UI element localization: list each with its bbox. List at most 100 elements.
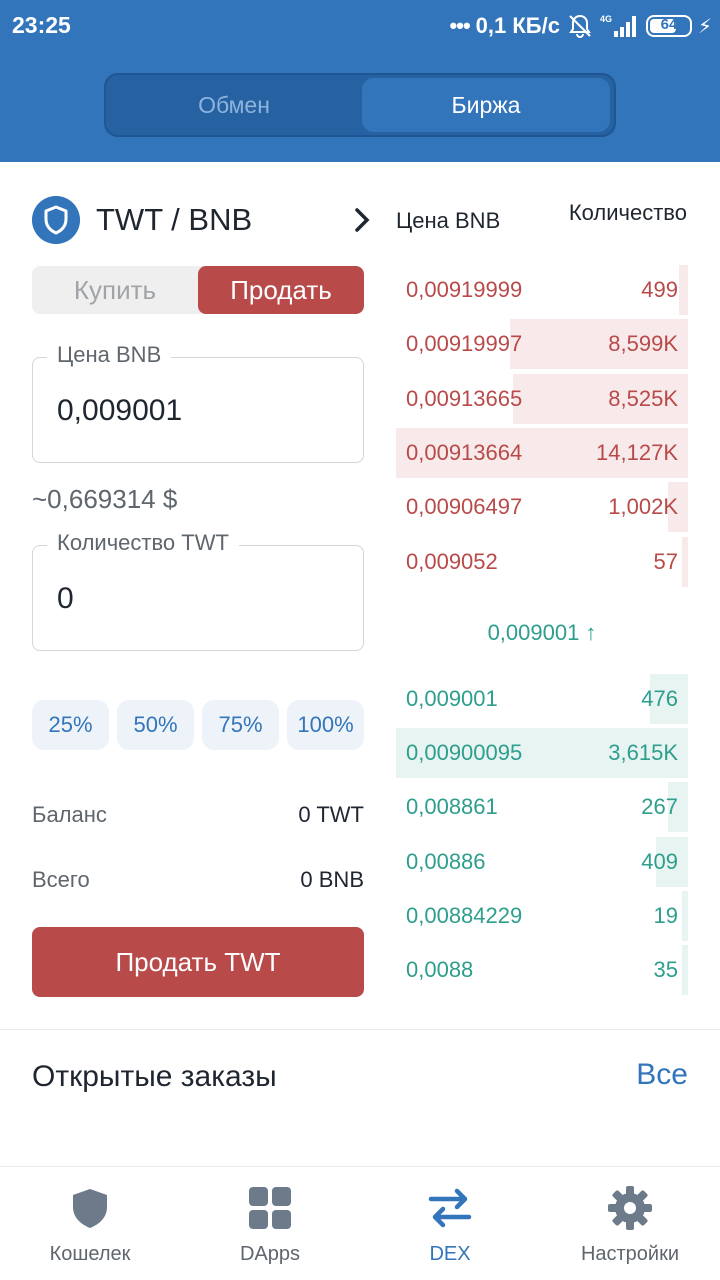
signal-icon: 4G bbox=[600, 14, 636, 37]
price-field[interactable]: Цена BNB 0,009001 bbox=[32, 342, 364, 463]
mode-switch: Обмен Биржа bbox=[104, 73, 616, 137]
shield-icon bbox=[32, 196, 80, 244]
ask-price: 0,00919999 bbox=[406, 277, 523, 302]
bid-row[interactable]: 0,009001 476 bbox=[396, 674, 688, 724]
total-value: 0 BNB bbox=[300, 867, 364, 892]
shield-icon bbox=[73, 1189, 107, 1228]
swap-arrows-icon bbox=[428, 1188, 472, 1228]
nav-dex[interactable]: DEX bbox=[360, 1167, 540, 1280]
bid-qty: 476 bbox=[641, 686, 678, 711]
percent-75-button[interactable]: 75% bbox=[202, 700, 279, 750]
bid-row[interactable]: 0,00900095 3,615K bbox=[396, 728, 688, 779]
status-time: 23:25 bbox=[12, 12, 71, 38]
ask-qty: 14,127K bbox=[596, 439, 678, 465]
bid-price: 0,00900095 bbox=[406, 740, 523, 766]
amount-field-label: Количество TWT bbox=[47, 530, 239, 556]
ask-row[interactable]: 0,00919997 8,599K bbox=[396, 319, 688, 370]
battery-level: 64 bbox=[660, 16, 678, 33]
grid-icon bbox=[249, 1187, 291, 1229]
chevron-right-icon bbox=[355, 208, 370, 232]
bid-price: 0,009001 bbox=[406, 686, 498, 711]
ask-qty: 499 bbox=[641, 277, 678, 302]
nav-dapps[interactable]: DApps bbox=[180, 1167, 360, 1280]
ask-row[interactable]: 0,00906497 1,002K bbox=[396, 482, 688, 533]
pair-title: TWT / BNB bbox=[96, 202, 253, 237]
bid-depth-bar bbox=[682, 890, 688, 941]
ask-qty: 8,599K bbox=[608, 331, 678, 357]
open-orders-title: Открытые заказы bbox=[32, 1060, 277, 1093]
total-label: Всего bbox=[32, 867, 90, 892]
orderbook-price-header: Цена BNB bbox=[396, 208, 501, 233]
bid-qty: 35 bbox=[653, 957, 678, 982]
bid-price: 0,00884229 bbox=[406, 902, 523, 928]
ask-depth-bar bbox=[682, 536, 688, 587]
ask-row[interactable]: 0,00919999 499 bbox=[396, 265, 688, 315]
ask-qty: 8,525K bbox=[608, 385, 678, 411]
nav-settings[interactable]: Настройки bbox=[540, 1167, 720, 1280]
nav-wallet-label: Кошелек bbox=[49, 1243, 131, 1265]
total-row: Всего 0 BNB bbox=[32, 867, 364, 897]
ask-price: 0,00913664 bbox=[406, 439, 523, 465]
orderbook-qty-header: Количество bbox=[568, 200, 687, 225]
gear-icon bbox=[608, 1186, 652, 1230]
bid-row[interactable]: 0,0088 35 bbox=[396, 945, 688, 995]
buy-tab[interactable]: Купить bbox=[32, 266, 198, 314]
ask-row[interactable]: 0,00913664 14,127K bbox=[396, 427, 688, 478]
bid-qty: 409 bbox=[641, 848, 678, 874]
status-bar: 23:25 ••• 0,1 КБ/с 4G 64 ⚡ bbox=[0, 0, 720, 52]
bid-row[interactable]: 0,00886 409 bbox=[396, 836, 688, 887]
amount-field-value[interactable]: 0 bbox=[57, 582, 74, 616]
tab-dex-market[interactable]: Биржа bbox=[362, 78, 610, 132]
bottom-nav: Кошелек DApps DEX Настройки bbox=[0, 1166, 720, 1280]
battery-icon: 64 bbox=[645, 15, 692, 37]
more-dots-icon: ••• bbox=[449, 13, 471, 38]
ask-depth-bar bbox=[679, 265, 688, 315]
sell-submit-button[interactable]: Продать TWT bbox=[32, 927, 364, 997]
last-price: 0,009001 ↑ bbox=[487, 620, 597, 645]
app-header: 23:25 ••• 0,1 КБ/с 4G 64 ⚡ Обмен Биржа bbox=[0, 0, 720, 162]
svg-text:4G: 4G bbox=[600, 14, 612, 24]
nav-dapps-label: DApps bbox=[239, 1243, 301, 1265]
charging-icon: ⚡ bbox=[697, 15, 712, 38]
bid-row[interactable]: 0,008861 267 bbox=[396, 782, 688, 833]
ask-qty: 1,002K bbox=[608, 494, 678, 520]
ask-qty: 57 bbox=[653, 548, 678, 574]
tab-exchange[interactable]: Обмен bbox=[110, 78, 358, 132]
percent-25-button[interactable]: 25% bbox=[32, 700, 109, 750]
buy-sell-toggle: Купить Продать bbox=[32, 266, 364, 314]
bid-qty: 3,615K bbox=[608, 740, 678, 766]
nav-dex-label: DEX bbox=[429, 1243, 471, 1265]
ask-price: 0,009052 bbox=[406, 548, 498, 574]
ask-price: 0,00913665 bbox=[406, 385, 523, 411]
percent-buttons: 25% 50% 75% 100% bbox=[32, 700, 364, 750]
amount-field[interactable]: Количество TWT 0 bbox=[32, 530, 364, 651]
ask-price: 0,00919997 bbox=[406, 331, 523, 357]
ask-row[interactable]: 0,009052 57 bbox=[396, 536, 688, 587]
pair-selector[interactable]: TWT / BNB bbox=[32, 196, 372, 244]
bid-price: 0,008861 bbox=[406, 794, 498, 820]
bid-row[interactable]: 0,00884229 19 bbox=[396, 890, 688, 941]
percent-50-button[interactable]: 50% bbox=[117, 700, 194, 750]
balance-row: Баланс 0 TWT bbox=[32, 802, 364, 832]
network-speed: 0,1 КБ/с bbox=[475, 13, 560, 38]
open-orders-all-link[interactable]: Все bbox=[636, 1058, 688, 1092]
percent-100-button[interactable]: 100% bbox=[287, 700, 364, 750]
balance-value: 0 TWT bbox=[298, 802, 364, 827]
bid-price: 0,0088 bbox=[406, 957, 474, 982]
sell-tab[interactable]: Продать bbox=[198, 266, 364, 314]
nav-settings-label: Настройки bbox=[580, 1243, 680, 1265]
nav-wallet[interactable]: Кошелек bbox=[0, 1167, 180, 1280]
bid-depth-bar bbox=[682, 945, 688, 995]
bid-qty: 19 bbox=[653, 902, 678, 928]
status-indicators: ••• 0,1 КБ/с 4G 64 ⚡ bbox=[450, 10, 712, 42]
ask-row[interactable]: 0,00913665 8,525K bbox=[396, 373, 688, 424]
bell-muted-icon bbox=[569, 14, 591, 38]
ask-price: 0,00906497 bbox=[406, 494, 523, 520]
divider bbox=[0, 1029, 720, 1030]
bid-qty: 267 bbox=[641, 794, 678, 820]
balance-label: Баланс bbox=[32, 802, 107, 827]
price-field-label: Цена BNB bbox=[47, 342, 172, 368]
bid-price: 0,00886 bbox=[406, 848, 486, 874]
usd-estimate: ~0,669314 $ bbox=[32, 484, 178, 514]
price-field-value[interactable]: 0,009001 bbox=[57, 394, 182, 428]
